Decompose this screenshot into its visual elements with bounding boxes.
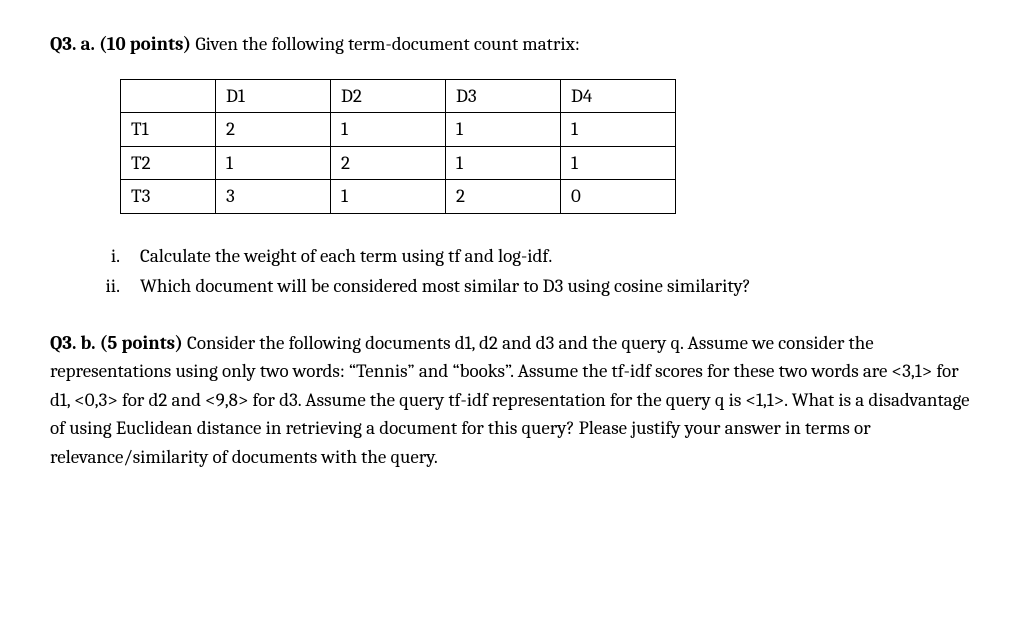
q3a-intro: Given the following term-document count …	[191, 33, 580, 55]
q3a-header: Q3. a. (10 points) Given the following t…	[50, 30, 971, 59]
list-item: i. Calculate the weight of each term usi…	[90, 242, 971, 271]
table-cell: 1	[331, 113, 446, 147]
table-header-cell: D4	[561, 79, 676, 113]
table-row: T1 2 1 1 1	[121, 113, 676, 147]
table-header-cell: D1	[216, 79, 331, 113]
table-cell: 2	[216, 113, 331, 147]
table-cell: 1	[561, 146, 676, 180]
q3a-sublist: i. Calculate the weight of each term usi…	[90, 242, 971, 301]
table-header-cell: D2	[331, 79, 446, 113]
term-document-matrix: D1 D2 D3 D4 T1 2 1 1 1 T2 1 2 1 1 T3 3 1…	[120, 79, 676, 214]
table-cell: 1	[331, 180, 446, 214]
list-content: Calculate the weight of each term using …	[140, 242, 971, 271]
q3a-label: Q3. a. (10 points)	[50, 33, 191, 55]
q3b-label: Q3. b. (5 points)	[50, 332, 183, 354]
q3b-text: Consider the following documents d1, d2 …	[50, 332, 970, 468]
table-cell: 1	[446, 146, 561, 180]
table-cell: 3	[216, 180, 331, 214]
table-cell: 1	[216, 146, 331, 180]
term-document-matrix-wrapper: D1 D2 D3 D4 T1 2 1 1 1 T2 1 2 1 1 T3 3 1…	[120, 79, 971, 214]
table-row-label: T1	[121, 113, 216, 147]
table-cell: 2	[446, 180, 561, 214]
table-header-row: D1 D2 D3 D4	[121, 79, 676, 113]
table-row: T2 1 2 1 1	[121, 146, 676, 180]
list-item: ii. Which document will be considered mo…	[90, 272, 971, 301]
table-header-cell: D3	[446, 79, 561, 113]
q3b-paragraph: Q3. b. (5 points) Consider the following…	[50, 329, 971, 472]
table-cell: 2	[331, 146, 446, 180]
list-marker: i.	[90, 242, 140, 271]
list-content: Which document will be considered most s…	[140, 272, 971, 301]
table-cell: 1	[446, 113, 561, 147]
table-cell: 0	[561, 180, 676, 214]
table-row-label: T3	[121, 180, 216, 214]
table-row: T3 3 1 2 0	[121, 180, 676, 214]
table-header-cell	[121, 79, 216, 113]
table-cell: 1	[561, 113, 676, 147]
table-row-label: T2	[121, 146, 216, 180]
list-marker: ii.	[90, 272, 140, 301]
